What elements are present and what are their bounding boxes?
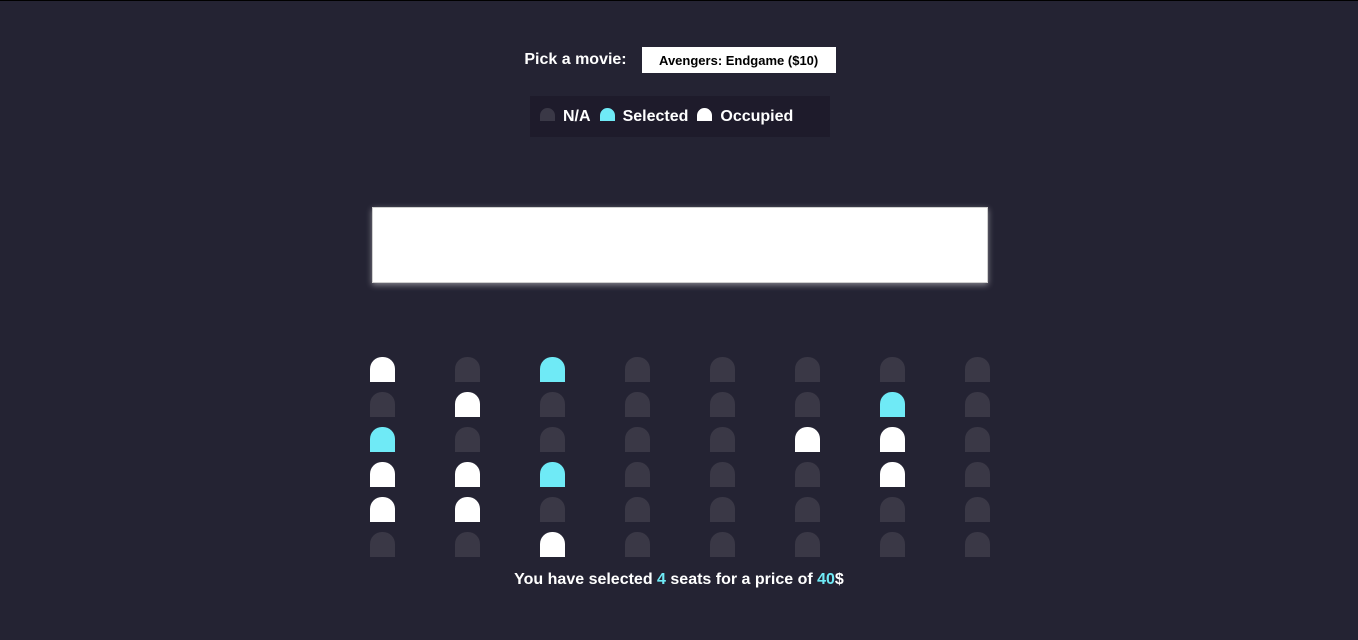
seat-row (370, 392, 990, 417)
seat-occupied (795, 427, 820, 452)
summary-prefix: You have selected (514, 571, 658, 588)
seat-na[interactable] (965, 357, 990, 382)
seat-na[interactable] (540, 392, 565, 417)
seat-na[interactable] (965, 532, 990, 557)
seat-selected-icon (599, 108, 615, 121)
seat-na[interactable] (795, 532, 820, 557)
seat-na[interactable] (540, 427, 565, 452)
seat-legend: N/A Selected Occupied (530, 96, 830, 137)
summary-middle: seats for a price of (665, 571, 818, 588)
summary-suffix: $ (834, 571, 844, 588)
seat-na[interactable] (880, 497, 905, 522)
top-border (0, 0, 1358, 1)
seat-selected[interactable] (540, 357, 565, 382)
seat-na[interactable] (710, 427, 735, 452)
seat-occupied-icon (697, 108, 713, 121)
seat-na-icon (540, 108, 555, 121)
seat-na[interactable] (965, 497, 990, 522)
seat-na[interactable] (965, 427, 990, 452)
selection-summary: You have selected 4 seats for a price of… (0, 571, 1358, 589)
seat-na[interactable] (965, 392, 990, 417)
seat-occupied (370, 357, 395, 382)
legend-label-selected: Selected (622, 107, 689, 125)
seat-na[interactable] (540, 497, 565, 522)
seat-occupied (880, 462, 905, 487)
seat-na[interactable] (710, 462, 735, 487)
total-price: 40 (817, 571, 835, 588)
seat-row (370, 357, 990, 382)
seat-selected[interactable] (540, 462, 565, 487)
seat-row (370, 532, 990, 557)
seat-na[interactable] (625, 497, 650, 522)
seat-na[interactable] (880, 357, 905, 382)
seat-na[interactable] (710, 392, 735, 417)
seat-row (370, 462, 990, 487)
seat-occupied (455, 462, 480, 487)
seat-na[interactable] (455, 532, 480, 557)
seat-na[interactable] (455, 357, 480, 382)
seat-occupied (540, 532, 565, 557)
seat-na[interactable] (625, 462, 650, 487)
seat-na[interactable] (625, 357, 650, 382)
cinema-screen (372, 207, 988, 283)
seat-selected[interactable] (880, 392, 905, 417)
seat-na[interactable] (455, 427, 480, 452)
seat-occupied (880, 427, 905, 452)
seat-occupied (370, 462, 395, 487)
seat-occupied (455, 392, 480, 417)
seat-na[interactable] (795, 357, 820, 382)
seat-occupied (370, 497, 395, 522)
seat-na[interactable] (880, 532, 905, 557)
seat-na[interactable] (370, 532, 395, 557)
seat-na[interactable] (795, 392, 820, 417)
seat-na[interactable] (795, 462, 820, 487)
selected-count: 4 (657, 571, 666, 588)
seat-na[interactable] (710, 532, 735, 557)
movie-picker: Pick a movie: Avengers: Endgame ($10) (0, 44, 1358, 76)
legend-label-na: N/A (563, 107, 591, 125)
seat-selected[interactable] (370, 427, 395, 452)
seat-na[interactable] (625, 532, 650, 557)
seat-na[interactable] (710, 497, 735, 522)
seat-occupied (455, 497, 480, 522)
seat-na[interactable] (965, 462, 990, 487)
seat-na[interactable] (625, 392, 650, 417)
movie-label: Pick a movie: (524, 51, 627, 68)
legend-item-na: N/A (540, 108, 593, 126)
seat-na[interactable] (625, 427, 650, 452)
seat-na[interactable] (710, 357, 735, 382)
seat-row (370, 427, 990, 452)
legend-item-selected: Selected (599, 107, 691, 126)
legend-item-occupied: Occupied (697, 108, 795, 126)
seat-row (370, 497, 990, 522)
movie-select[interactable]: Avengers: Endgame ($10) (641, 47, 836, 73)
seat-na[interactable] (795, 497, 820, 522)
seat-na[interactable] (370, 392, 395, 417)
legend-label-occupied: Occupied (720, 107, 794, 125)
seat-grid (370, 357, 990, 557)
